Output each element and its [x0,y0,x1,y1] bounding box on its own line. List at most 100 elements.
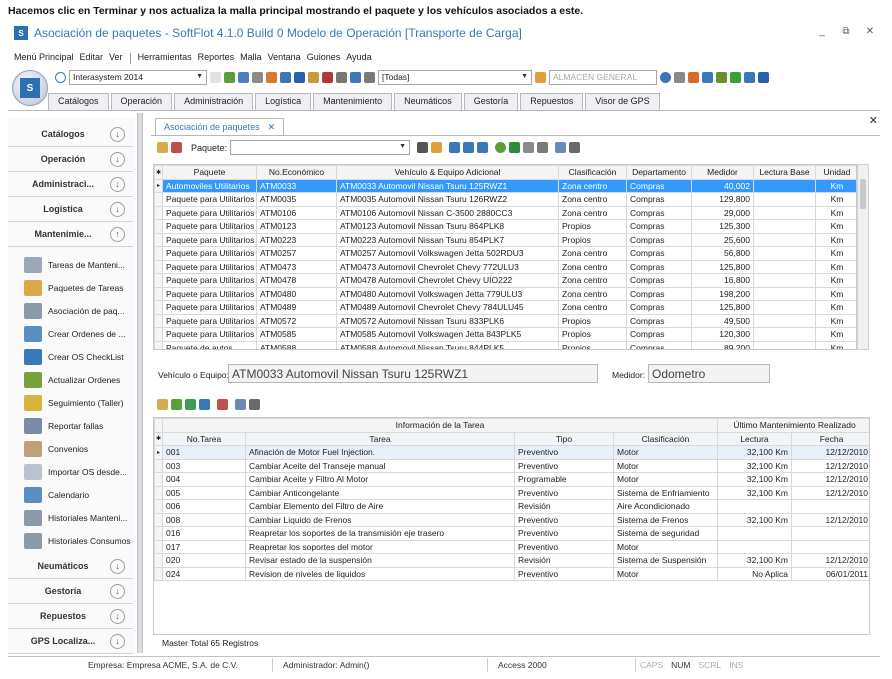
sort-desc-icon[interactable] [463,142,475,153]
tab-catalogos[interactable]: Catálogos [48,93,109,110]
tab-logistica[interactable]: Logística [255,93,312,110]
package-row[interactable]: ▸ Automoviles Utilitarios ATM0033 ATM0033 A… [154,178,856,193]
sidebar-item-asociacion[interactable]: Asociación de paq... [24,301,125,321]
column-header[interactable]: Paquete [162,165,257,180]
binoculars-icon[interactable] [417,142,429,153]
package-row[interactable]: Paquete para Utilitarios ATM0223 ATM0223 A… [154,232,856,247]
column-header[interactable]: No.Económico [256,165,337,180]
scrollbar-thumb[interactable] [860,179,866,209]
row-indicator[interactable] [154,526,163,541]
report-icon[interactable] [238,71,249,83]
restore-button[interactable]: ⧉ [840,26,852,37]
menu-ayuda[interactable]: Ayuda [346,52,371,66]
menu-ventana[interactable]: Ventana [268,52,301,66]
sidebar-splitter[interactable] [137,113,143,653]
tab-operacion[interactable]: Operación [110,93,173,110]
chat-icon[interactable] [744,71,755,83]
row-indicator[interactable] [154,472,163,487]
home-icon[interactable] [535,71,546,83]
column-header[interactable]: Clasificación [613,431,718,446]
package-row[interactable]: Paquete para Utilitarios ATM0585 ATM0585 A… [154,327,856,342]
row-indicator[interactable] [154,246,163,261]
row-indicator[interactable] [154,553,163,568]
tab-gestoria[interactable]: Gestoría [463,93,519,110]
menu-editar[interactable]: Editar [80,52,104,66]
task-row[interactable]: 020 Revisar estado de la suspensión Revisi… [154,553,869,568]
sidebar-header-neumaticos[interactable]: Neumáticos ↓ [8,554,133,579]
sidebar-item-actualizar[interactable]: Actualizar Ordenes [24,370,120,390]
zoom-icon[interactable] [235,399,246,410]
package-row[interactable]: Paquete para Utilitarios ATM0489 ATM0489 A… [154,300,856,315]
row-indicator[interactable] [154,259,163,274]
column-header[interactable]: Clasificación [558,165,627,180]
sidebar-header-logistica[interactable]: Logística ↓ [8,197,133,222]
column-header[interactable]: Lectura [717,431,792,446]
sidebar-item-historiales-mant[interactable]: Historiales Manteni... [24,508,127,528]
column-header[interactable]: Lectura Base [753,165,816,180]
row-indicator[interactable]: ▸ [154,178,163,193]
app-orb-icon[interactable]: S [12,70,48,106]
row-indicator[interactable] [154,192,163,207]
sidebar-header-gestoria[interactable]: Gestoría ↓ [8,579,133,604]
calc-icon[interactable] [294,71,305,83]
row-indicator[interactable] [154,566,163,581]
refresh-icon[interactable] [210,71,221,83]
sidebar-item-checklist[interactable]: Crear OS CheckList [24,347,124,367]
menu-herramientas[interactable]: Herramientas [138,52,192,66]
menu-ver[interactable]: Ver [109,52,123,66]
package-row[interactable]: Paquete para Utilitarios ATM0478 ATM0478 A… [154,273,856,288]
column-header[interactable]: Tarea [245,431,515,446]
print-icon[interactable] [249,399,260,410]
grid-icon[interactable] [224,71,235,83]
sidebar-item-calendario[interactable]: Calendario [24,485,89,505]
system-combo[interactable]: Interasystem 2014 ▼ [69,69,207,85]
column-header[interactable]: Departamento [626,165,692,180]
menu-principal[interactable]: Menú Principal [14,52,74,66]
row-indicator[interactable] [154,313,163,328]
sidebar-header-operacion[interactable]: Operación ↓ [8,147,133,172]
refresh-icon[interactable] [495,142,507,153]
column-header[interactable]: Medidor [691,165,754,180]
package-icon[interactable] [157,142,168,153]
package-row[interactable]: Paquete para Utilitarios ATM0106 ATM0106 A… [154,205,856,220]
todas-combo[interactable]: [Todas] ▼ [378,69,532,85]
close-button[interactable]: ✕ [864,26,876,37]
sidebar-item-importar[interactable]: Importar OS desde... [24,462,127,482]
package-row[interactable]: Paquete para Utilitarios ATM0123 ATM0123 A… [154,219,856,234]
task-row[interactable]: 017 Reapretar los soportes del motor Preve… [154,539,869,554]
task-row[interactable]: 016 Reapretar los soportes de la transmis… [154,526,869,541]
search-icon[interactable] [674,71,685,83]
sidebar-header-administracion[interactable]: Administraci... ↓ [8,172,133,197]
paquete-combo[interactable]: ▼ [230,140,411,155]
row-indicator[interactable] [154,340,163,349]
column-header[interactable]: Vehículo & Equipo Adicional [336,165,559,180]
row-indicator[interactable] [154,205,163,220]
task-row[interactable]: 008 Cambiar Liquido de Frenos Preventivo Si… [154,512,869,527]
bug-icon[interactable] [716,71,727,83]
document-tab[interactable]: Asociación de paquetes ✕ [155,118,285,135]
add-task-icon[interactable] [171,399,182,410]
row-indicator[interactable] [154,485,163,500]
calendar-icon[interactable] [217,399,228,410]
sidebar-item-seguimiento[interactable]: Seguimiento (Taller) [24,393,124,413]
sidebar-header-gps[interactable]: GPS Localiza... ↓ [8,629,133,654]
column-header[interactable]: Fecha [791,431,869,446]
row-indicator[interactable] [154,512,163,527]
tag-icon[interactable] [688,71,699,83]
column-header[interactable]: No.Tarea [162,431,246,446]
package-row[interactable]: Paquete para Utilitarios ATM0035 ATM0035 A… [154,192,856,207]
task-row[interactable]: 005 Cambiar Anticongelante Preventivo Siste… [154,485,869,500]
users-icon[interactable] [266,71,277,83]
print-icon[interactable] [569,142,581,153]
row-indicator[interactable]: ▸ [154,445,163,460]
menu-guiones[interactable]: Guiones [307,52,341,66]
tab-neumaticos[interactable]: Neumáticos [394,93,462,110]
task-row[interactable]: 003 Cambiar Aceite del Transeje manual Pre… [154,458,869,473]
package-row[interactable]: Paquete para Utilitarios ATM0572 ATM0572 A… [154,313,856,328]
column-header[interactable]: Tipo [514,431,614,446]
list-icon[interactable] [185,399,196,410]
task-row[interactable]: 004 Cambiar Aceite y Filtro Al Motor Progr… [154,472,869,487]
zoom-icon[interactable] [555,142,567,153]
row-indicator[interactable] [154,499,163,514]
sidebar-header-catalogos[interactable]: Catálogos ↓ [8,122,133,147]
